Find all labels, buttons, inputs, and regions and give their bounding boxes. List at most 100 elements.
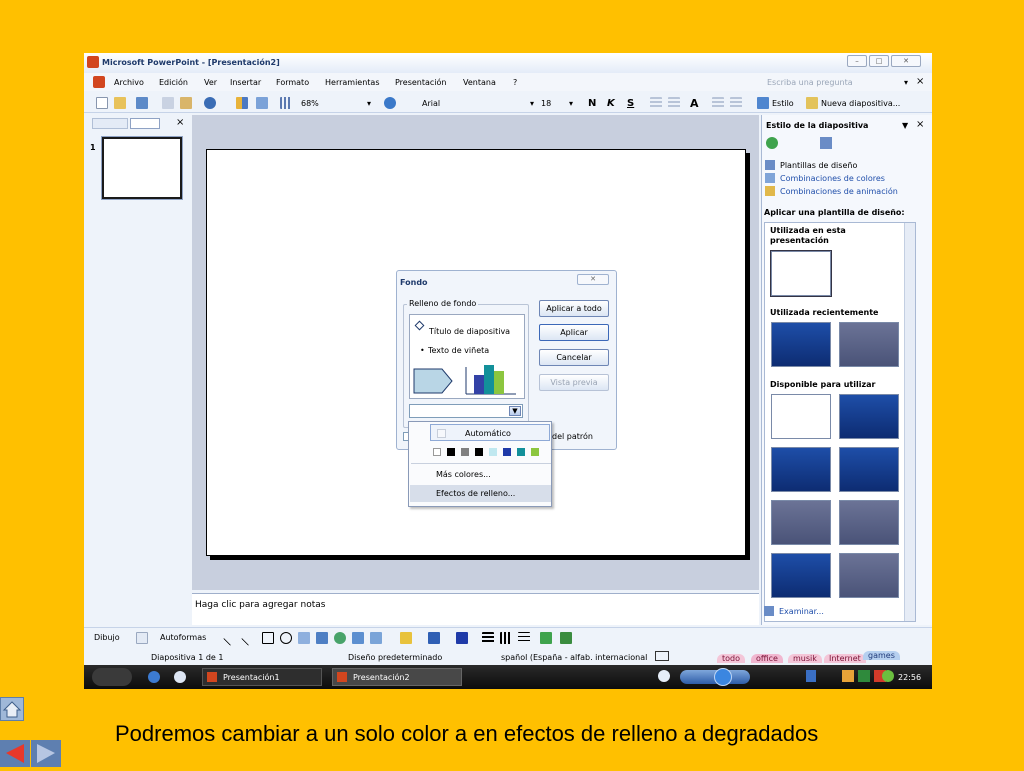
fill-color-icon[interactable] xyxy=(400,632,412,644)
link-color-schemes[interactable]: Combinaciones de colores xyxy=(780,174,885,183)
template-thumbnail[interactable] xyxy=(839,553,899,598)
template-thumbnail[interactable] xyxy=(771,447,831,492)
template-thumbnail[interactable] xyxy=(839,500,899,545)
template-thumbnail[interactable] xyxy=(839,447,899,492)
slide-thumbnail[interactable] xyxy=(101,136,183,200)
menu-archivo[interactable]: Archivo xyxy=(114,78,144,87)
tag-musik[interactable]: musik xyxy=(788,654,822,663)
numbered-list-icon[interactable] xyxy=(650,97,662,109)
new-document-icon[interactable] xyxy=(96,97,108,109)
select-pointer-icon[interactable] xyxy=(136,632,148,644)
bulleted-list-icon[interactable] xyxy=(668,97,680,109)
new-slide-icon[interactable] xyxy=(806,97,818,109)
clipart-icon[interactable] xyxy=(352,632,364,644)
taskbar-item-presentacion1[interactable]: Presentación1 xyxy=(202,668,322,686)
fill-effects-option[interactable]: Efectos de relleno... xyxy=(410,485,551,502)
spelling-icon[interactable] xyxy=(655,651,669,661)
shadow-icon[interactable] xyxy=(540,632,552,644)
browser-icon[interactable] xyxy=(148,671,160,683)
menu-insertar[interactable]: Insertar xyxy=(230,78,261,87)
color-swatch[interactable] xyxy=(517,448,525,456)
design-style-icon[interactable] xyxy=(757,97,769,109)
oval-icon[interactable] xyxy=(280,632,292,644)
save-icon[interactable] xyxy=(136,97,148,109)
tag-games[interactable]: games xyxy=(863,651,900,660)
browse-link[interactable]: Examinar... xyxy=(779,607,824,616)
insert-chart-icon[interactable] xyxy=(236,97,248,109)
zoom-value[interactable]: 68% xyxy=(301,99,319,108)
copy-icon[interactable] xyxy=(162,97,174,109)
color-swatch[interactable] xyxy=(461,448,469,456)
font-color-icon[interactable] xyxy=(456,632,468,644)
color-swatch[interactable] xyxy=(447,448,455,456)
media-icon[interactable] xyxy=(174,671,186,683)
chevron-down-icon[interactable]: ▼ xyxy=(902,121,908,130)
taskbar-item-presentacion2[interactable]: Presentación2 xyxy=(332,668,462,686)
close-pane-icon[interactable]: × xyxy=(176,117,184,128)
network-icon[interactable] xyxy=(842,670,854,682)
menu-herramientas[interactable]: Herramientas xyxy=(325,78,380,87)
italic-button[interactable]: K xyxy=(607,98,615,109)
chevron-down-icon[interactable]: ▾ xyxy=(904,78,908,87)
grid-icon[interactable] xyxy=(280,97,292,109)
close-button[interactable]: ✕ xyxy=(891,55,921,67)
template-thumbnail[interactable] xyxy=(771,500,831,545)
tab-outline[interactable] xyxy=(92,118,128,129)
open-folder-icon[interactable] xyxy=(114,97,126,109)
minimize-button[interactable]: – xyxy=(847,55,867,67)
line-color-icon[interactable] xyxy=(428,632,440,644)
insert-table-icon[interactable] xyxy=(256,97,268,109)
new-slide-button[interactable]: Nueva diapositiva... xyxy=(821,99,900,108)
start-button[interactable] xyxy=(92,668,132,686)
underline-button[interactable]: S xyxy=(627,98,634,109)
link-animation-schemes[interactable]: Combinaciones de animación xyxy=(780,187,898,196)
3d-icon[interactable] xyxy=(560,632,572,644)
home-nav-button[interactable] xyxy=(0,697,24,721)
color-swatch[interactable] xyxy=(489,448,497,456)
back-icon[interactable] xyxy=(766,137,778,149)
bold-button[interactable]: N xyxy=(588,98,596,109)
close-document-icon[interactable]: × xyxy=(916,76,924,87)
picture-icon[interactable] xyxy=(370,632,382,644)
security-icon[interactable] xyxy=(858,670,870,682)
dialog-close-button[interactable]: ✕ xyxy=(577,274,609,285)
menu-formato[interactable]: Formato xyxy=(276,78,309,87)
tray-app-icon[interactable] xyxy=(806,670,816,682)
play-icon[interactable] xyxy=(714,668,732,686)
close-task-pane-icon[interactable]: × xyxy=(916,119,924,130)
chevron-down-icon[interactable]: ▾ xyxy=(367,99,371,108)
cancel-button[interactable]: Cancelar xyxy=(539,349,609,366)
maximize-button[interactable]: □ xyxy=(869,55,889,67)
help-icon[interactable] xyxy=(384,97,396,109)
chevron-down-icon[interactable]: ▼ xyxy=(509,406,521,416)
template-thumbnail[interactable] xyxy=(771,553,831,598)
chevron-down-icon[interactable]: ▾ xyxy=(569,99,573,108)
document-icon[interactable] xyxy=(93,76,105,88)
apply-button[interactable]: Aplicar xyxy=(539,324,609,341)
template-thumbnail[interactable] xyxy=(839,394,899,439)
decrease-indent-icon[interactable] xyxy=(712,97,724,109)
apply-all-button[interactable]: Aplicar a todo xyxy=(539,300,609,317)
notes-pane[interactable]: Haga clic para agregar notas xyxy=(192,593,759,625)
automatic-option[interactable]: Automático xyxy=(430,424,550,441)
increase-indent-icon[interactable] xyxy=(730,97,742,109)
arrow-style-icon[interactable] xyxy=(518,632,530,644)
font-size-value[interactable]: 18 xyxy=(541,99,551,108)
dash-style-icon[interactable] xyxy=(500,632,512,644)
color-swatch[interactable] xyxy=(503,448,511,456)
menu-edicion[interactable]: Edición xyxy=(159,78,188,87)
tag-todo[interactable]: todo xyxy=(717,654,746,663)
home-icon[interactable] xyxy=(820,137,832,149)
style-button[interactable]: Estilo xyxy=(772,99,794,108)
color-swatch[interactable] xyxy=(531,448,539,456)
menu-presentacion[interactable]: Presentación xyxy=(395,78,447,87)
template-thumbnail[interactable] xyxy=(771,322,831,367)
autoshapes-menu-button[interactable]: Autoformas xyxy=(160,633,206,642)
update-icon[interactable] xyxy=(882,670,894,682)
tab-slides[interactable] xyxy=(130,118,160,129)
increase-font-size-button[interactable]: A xyxy=(690,97,699,110)
template-thumbnail[interactable] xyxy=(770,250,832,297)
template-thumbnail[interactable] xyxy=(839,322,899,367)
preview-button[interactable]: Vista previa xyxy=(539,374,609,391)
next-slide-button[interactable] xyxy=(31,740,61,767)
